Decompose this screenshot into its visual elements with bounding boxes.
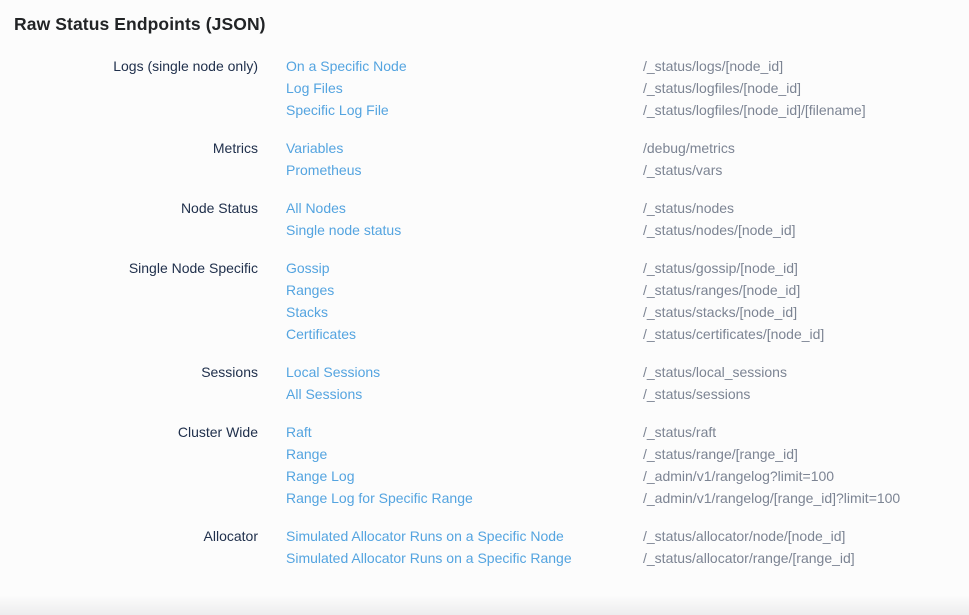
endpoint-link[interactable]: Simulated Allocator Runs on a Specific N… xyxy=(286,525,643,547)
endpoint-path: /_status/logfiles/[node_id]/[filename] xyxy=(643,99,969,121)
endpoint-path: /_status/gossip/[node_id] xyxy=(643,257,969,279)
endpoint-path: /_status/nodes xyxy=(643,197,969,219)
category-label: Sessions xyxy=(0,361,258,383)
endpoint-link[interactable]: Simulated Allocator Runs on a Specific R… xyxy=(286,547,643,569)
endpoint-link[interactable]: Range xyxy=(286,443,643,465)
category-label: Single Node Specific xyxy=(0,257,258,279)
endpoint-path: /_status/logs/[node_id] xyxy=(643,55,969,77)
endpoint-link[interactable]: All Sessions xyxy=(286,383,643,405)
endpoint-path: /_status/stacks/[node_id] xyxy=(643,301,969,323)
endpoint-path: /_status/local_sessions xyxy=(643,361,969,383)
endpoint-path: /_status/range/[range_id] xyxy=(643,443,969,465)
endpoint-path: /_admin/v1/rangelog/[range_id]?limit=100 xyxy=(643,487,969,509)
endpoint-link[interactable]: Stacks xyxy=(286,301,643,323)
endpoint-links-column: RaftRangeRange LogRange Log for Specific… xyxy=(286,421,643,509)
endpoint-group: Cluster Wide RaftRangeRange LogRange Log… xyxy=(0,421,969,509)
endpoint-group: Allocator Simulated Allocator Runs on a … xyxy=(0,525,969,569)
endpoint-link[interactable]: Variables xyxy=(286,137,643,159)
endpoint-path: /_status/logfiles/[node_id] xyxy=(643,77,969,99)
endpoint-link[interactable]: Gossip xyxy=(286,257,643,279)
endpoint-links-column: All NodesSingle node status xyxy=(286,197,643,241)
category-label: Logs (single node only) xyxy=(0,55,258,77)
endpoint-link[interactable]: Range Log for Specific Range xyxy=(286,487,643,509)
endpoint-links-column: Simulated Allocator Runs on a Specific N… xyxy=(286,525,643,569)
category-label: Allocator xyxy=(0,525,258,547)
endpoint-link[interactable]: Certificates xyxy=(286,323,643,345)
endpoint-link[interactable]: Range Log xyxy=(286,465,643,487)
endpoint-links-column: Local SessionsAll Sessions xyxy=(286,361,643,405)
endpoint-group: Metrics VariablesPrometheus /debug/metri… xyxy=(0,137,969,181)
endpoint-link[interactable]: Log Files xyxy=(286,77,643,99)
endpoint-paths-column: /_status/allocator/node/[node_id]/_statu… xyxy=(643,525,969,569)
endpoint-path: /_status/allocator/range/[range_id] xyxy=(643,547,969,569)
endpoint-path: /_status/nodes/[node_id] xyxy=(643,219,969,241)
endpoint-link[interactable]: Local Sessions xyxy=(286,361,643,383)
endpoint-group: Node Status All NodesSingle node status … xyxy=(0,197,969,241)
endpoint-paths-column: /debug/metrics/_status/vars xyxy=(643,137,969,181)
endpoint-link[interactable]: On a Specific Node xyxy=(286,55,643,77)
endpoint-path: /_status/sessions xyxy=(643,383,969,405)
endpoint-path: /_status/allocator/node/[node_id] xyxy=(643,525,969,547)
endpoint-path: /debug/metrics xyxy=(643,137,969,159)
endpoint-link[interactable]: All Nodes xyxy=(286,197,643,219)
endpoint-paths-column: /_status/nodes/_status/nodes/[node_id] xyxy=(643,197,969,241)
endpoint-paths-column: /_status/local_sessions/_status/sessions xyxy=(643,361,969,405)
category-label: Cluster Wide xyxy=(0,421,258,443)
endpoint-paths-column: /_status/logs/[node_id]/_status/logfiles… xyxy=(643,55,969,121)
endpoint-group: Logs (single node only) On a Specific No… xyxy=(0,55,969,121)
endpoint-link[interactable]: Prometheus xyxy=(286,159,643,181)
endpoint-link[interactable]: Single node status xyxy=(286,219,643,241)
endpoint-path: /_status/vars xyxy=(643,159,969,181)
endpoint-link[interactable]: Ranges xyxy=(286,279,643,301)
category-label: Metrics xyxy=(0,137,258,159)
endpoint-path: /_admin/v1/rangelog?limit=100 xyxy=(643,465,969,487)
endpoint-links-column: VariablesPrometheus xyxy=(286,137,643,181)
endpoint-paths-column: /_status/raft/_status/range/[range_id]/_… xyxy=(643,421,969,509)
endpoint-links-column: On a Specific NodeLog FilesSpecific Log … xyxy=(286,55,643,121)
endpoint-group: Sessions Local SessionsAll Sessions /_st… xyxy=(0,361,969,405)
endpoint-link[interactable]: Raft xyxy=(286,421,643,443)
endpoint-paths-column: /_status/gossip/[node_id]/_status/ranges… xyxy=(643,257,969,345)
category-label: Node Status xyxy=(0,197,258,219)
endpoint-path: /_status/raft xyxy=(643,421,969,443)
endpoint-path: /_status/certificates/[node_id] xyxy=(643,323,969,345)
endpoint-link[interactable]: Specific Log File xyxy=(286,99,643,121)
endpoint-links-column: GossipRangesStacksCertificates xyxy=(286,257,643,345)
endpoint-group: Single Node Specific GossipRangesStacksC… xyxy=(0,257,969,345)
footer-band xyxy=(0,595,969,615)
endpoint-path: /_status/ranges/[node_id] xyxy=(643,279,969,301)
page-title: Raw Status Endpoints (JSON) xyxy=(14,12,969,36)
endpoint-groups: Logs (single node only) On a Specific No… xyxy=(0,55,969,569)
